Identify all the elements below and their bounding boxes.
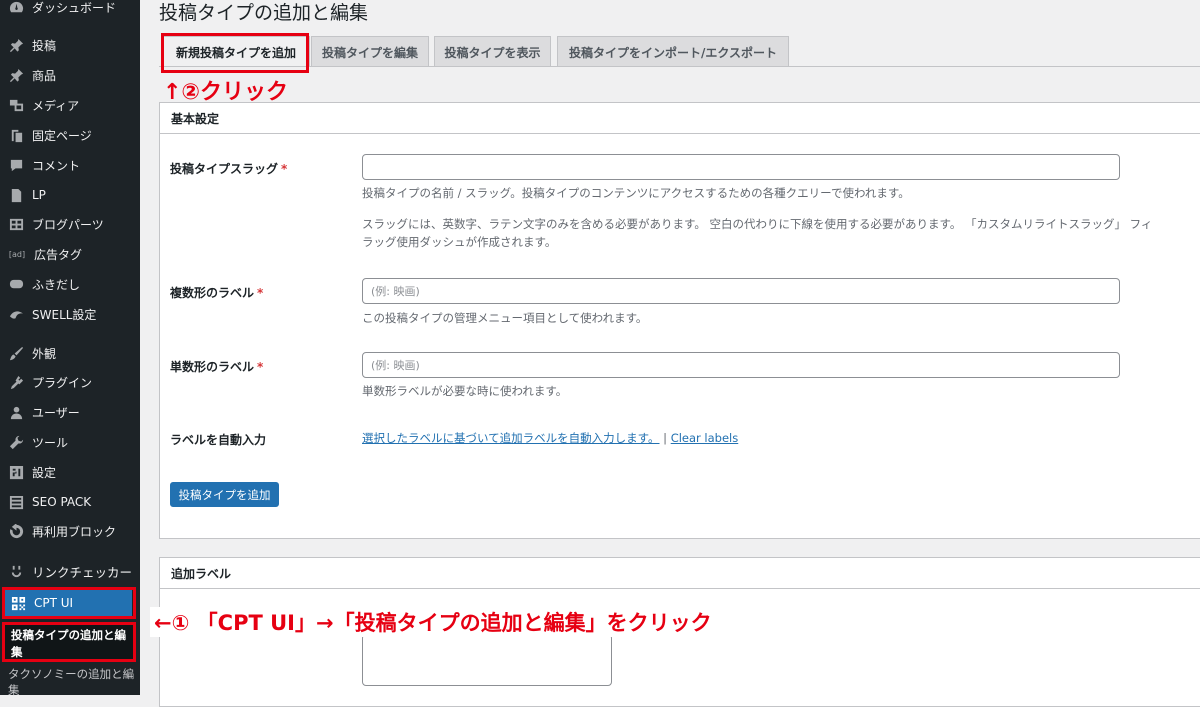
- tab-edit-post-types[interactable]: 投稿タイプを編集: [311, 36, 429, 67]
- sidebar-item-label: コメント: [32, 158, 81, 173]
- sidebar-item-media[interactable]: メディア: [0, 91, 140, 119]
- sidebar-item-label: 広告タグ: [34, 247, 83, 262]
- sidebar-item-fukidashi[interactable]: ふきだし: [0, 270, 140, 298]
- link-separator: |: [663, 431, 668, 445]
- pin-icon: [8, 37, 24, 53]
- sidebar-item-products[interactable]: 商品: [0, 61, 140, 89]
- sidebar-item-label: ツール: [32, 435, 69, 450]
- sidebar-item-label: ブログパーツ: [32, 217, 104, 232]
- sidebar-item-label: 投稿: [32, 38, 57, 53]
- reuse-icon: [8, 523, 24, 539]
- user-icon: [8, 404, 24, 420]
- sidebar-item-pages[interactable]: 固定ページ: [0, 121, 140, 149]
- sidebar-item-settings[interactable]: 設定: [0, 458, 140, 486]
- sidebar-item-label: プラグイン: [32, 375, 93, 390]
- sidebar-item-tools[interactable]: ツール: [0, 428, 140, 456]
- autofill-links: 選択したラベルに基づいて追加ラベルを自動入力します。 | Clear label…: [362, 429, 738, 447]
- slug-label-text: 投稿タイプスラッグ: [170, 162, 279, 176]
- sidebar-item-label: 設定: [32, 465, 57, 480]
- media-icon: [8, 97, 24, 113]
- singular-label: 単数形のラベル *: [170, 358, 263, 375]
- brush-icon: [8, 345, 24, 361]
- speech-bubble-icon: [8, 276, 24, 292]
- sidebar-item-appearance[interactable]: 外観: [0, 339, 140, 367]
- plural-description: この投稿タイプの管理メニュー項目として使われます。: [362, 311, 648, 325]
- sidebar-item-label: ダッシュボード: [32, 0, 117, 15]
- required-marker: *: [281, 162, 288, 176]
- swell-icon: [8, 306, 24, 322]
- singular-input[interactable]: [362, 352, 1120, 378]
- sidebar-item-label: 商品: [32, 68, 57, 83]
- page-title: 投稿タイプの追加と編集: [159, 2, 369, 24]
- pin-icon: [8, 67, 24, 83]
- add-post-type-button[interactable]: 投稿タイプを追加: [170, 482, 279, 507]
- autofill-label: ラベルを自動入力: [170, 433, 267, 447]
- sidebar-item-posts[interactable]: 投稿: [0, 31, 140, 59]
- sidebar-item-label: メディア: [32, 98, 80, 113]
- slug-label: 投稿タイプスラッグ *: [170, 160, 287, 177]
- slug-note-line1: スラッグには、英数字、ラテン文字のみを含める必要があります。 空白の代わりに下線…: [362, 217, 1153, 231]
- panel-heading: 追加ラベル: [160, 558, 1200, 589]
- slug-input[interactable]: [362, 154, 1120, 180]
- sidebar-item-seo-pack[interactable]: SEO PACK: [0, 488, 140, 516]
- slug-description: 投稿タイプの名前 / スラッグ。投稿タイプのコンテンツにアクセスするための各種ク…: [362, 186, 910, 200]
- admin-sidebar: ダッシュボード 投稿 商品 メディア 固定ページ コメント LP ブログパーツ …: [0, 0, 140, 698]
- plural-label-text: 複数形のラベル: [170, 286, 255, 300]
- settings-icon: [8, 464, 24, 480]
- cpt-ui-highlight-box: [2, 587, 136, 619]
- required-marker: *: [257, 360, 264, 374]
- sidebar-item-blog-parts[interactable]: ブログパーツ: [0, 210, 140, 238]
- submenu-item-label: タクソノミーの追加と編集: [8, 667, 135, 697]
- sidebar-item-comments[interactable]: コメント: [0, 151, 140, 179]
- slug-note-line2: ラッグ使用ダッシュが作成されます。: [362, 235, 557, 249]
- sidebar-item-users[interactable]: ユーザー: [0, 398, 140, 426]
- sidebar-item-label: ふきだし: [32, 277, 81, 292]
- sidebar-item-label: SWELL設定: [32, 307, 97, 322]
- plural-input[interactable]: [362, 278, 1120, 304]
- sidebar-item-label: 固定ページ: [32, 128, 92, 143]
- tab-import-export[interactable]: 投稿タイプをインポート/エクスポート: [557, 36, 789, 67]
- sidebar-item-label: ユーザー: [32, 405, 80, 420]
- plugin-icon: [8, 374, 24, 390]
- submenu-item-add-edit-taxonomies[interactable]: タクソノミーの追加と編集: [8, 666, 136, 698]
- submenu-item-label: 投稿タイプの追加と編集: [11, 628, 126, 659]
- grid-icon: [8, 216, 24, 232]
- autofill-labels-link[interactable]: 選択したラベルに基づいて追加ラベルを自動入力します。: [362, 431, 660, 445]
- sidebar-item-label: 外観: [32, 346, 57, 361]
- document-icon: [8, 187, 24, 203]
- clear-labels-link[interactable]: Clear labels: [671, 431, 739, 445]
- sidebar-item-label: LP: [32, 188, 46, 202]
- dashboard-icon: [8, 0, 24, 15]
- sidebar-item-link-checker[interactable]: リンクチェッカー: [0, 557, 140, 585]
- ad-icon: [ad]: [8, 249, 26, 259]
- sidebar-item-label: SEO PACK: [32, 495, 92, 509]
- sidebar-item-reusable-blocks[interactable]: 再利用ブロック: [0, 517, 140, 545]
- sidebar-item-lp[interactable]: LP: [0, 181, 140, 209]
- description-textarea[interactable]: [362, 634, 612, 686]
- singular-description: 単数形ラベルが必要な時に使われます。: [362, 384, 568, 398]
- sidebar-item-dashboard[interactable]: ダッシュボード: [0, 0, 140, 21]
- annotation-step1: ←① 「CPT UI」→「投稿タイプの追加と編集」をクリック: [150, 607, 716, 637]
- sidebar-item-ad-tags[interactable]: [ad] 広告タグ: [0, 240, 140, 268]
- plural-label: 複数形のラベル *: [170, 284, 263, 301]
- tab-highlight-box: [161, 33, 309, 73]
- sidebar-item-plugins[interactable]: プラグイン: [0, 368, 140, 396]
- list-icon: [8, 494, 24, 510]
- tab-divider: [159, 66, 1200, 67]
- page-icon: [8, 127, 24, 143]
- panel-heading: 基本設定: [160, 103, 1200, 134]
- submenu-item-add-edit-post-types[interactable]: 投稿タイプの追加と編集: [2, 622, 136, 662]
- singular-label-text: 単数形のラベル: [170, 360, 255, 374]
- sidebar-item-label: リンクチェッカー: [32, 564, 133, 580]
- sidebar-item-label: 再利用ブロック: [32, 524, 117, 539]
- tab-view-post-types[interactable]: 投稿タイプを表示: [434, 36, 551, 67]
- required-marker: *: [257, 286, 264, 300]
- comment-icon: [8, 157, 24, 173]
- wrench-icon: [8, 434, 24, 450]
- link-checker-icon: [8, 563, 24, 579]
- sidebar-item-swell-settings[interactable]: SWELL設定: [0, 300, 140, 328]
